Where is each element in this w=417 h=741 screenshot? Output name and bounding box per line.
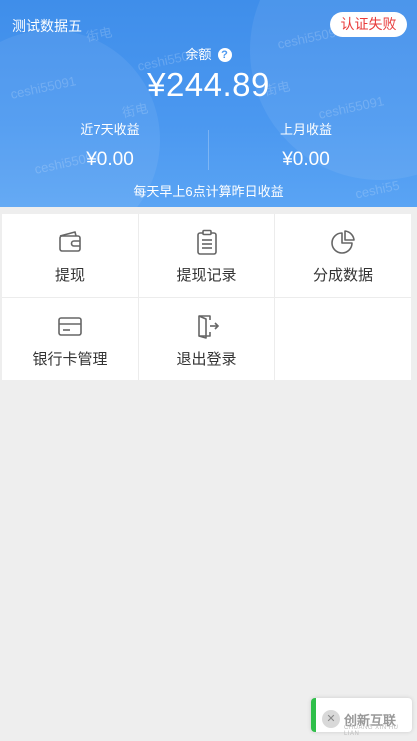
stat-divider bbox=[208, 130, 209, 170]
logout-door-icon bbox=[197, 315, 219, 339]
balance-header: ceshi55091 ceshi55091 ceshi55091 ceshi55… bbox=[0, 0, 417, 207]
clipboard-list-icon bbox=[196, 229, 217, 255]
brand-logo-icon: ✕ bbox=[322, 710, 340, 728]
menu-grid: 提现 提现记录 分成数据 银行卡管理 退出登录 bbox=[2, 214, 411, 380]
bank-card-icon bbox=[58, 317, 82, 336]
pie-chart-icon bbox=[331, 230, 355, 254]
balance-amount: ¥244.89 bbox=[147, 66, 270, 103]
menu-item-label: 提现记录 bbox=[176, 267, 237, 284]
stat-value: ¥0.00 bbox=[86, 149, 134, 170]
brand-watermark-logo: ✕ 创新互联 CHUANG XIN HU LIAN bbox=[322, 708, 412, 737]
menu-item-share-data[interactable]: 分成数据 bbox=[274, 214, 411, 297]
menu-item-label: 银行卡管理 bbox=[32, 351, 108, 368]
stat-recent-7-days: 近7天收益 ¥0.00 bbox=[40, 119, 180, 171]
menu-item-label: 分成数据 bbox=[312, 267, 373, 284]
stat-label: 近7天收益 bbox=[80, 122, 140, 137]
stat-label: 上月收益 bbox=[279, 122, 332, 137]
watermark-text: 街电 bbox=[84, 24, 114, 45]
menu-item-withdraw[interactable]: 提现 bbox=[2, 214, 138, 297]
menu-item-logout[interactable]: 退出登录 bbox=[138, 297, 274, 380]
auth-status-badge[interactable]: 认证失败 bbox=[330, 12, 407, 37]
menu-item-withdraw-records[interactable]: 提现记录 bbox=[138, 214, 274, 297]
menu-item-label: 提现 bbox=[54, 267, 85, 284]
menu-item-bank-card[interactable]: 银行卡管理 bbox=[2, 297, 138, 380]
wallet-icon bbox=[59, 231, 81, 252]
stat-last-month: 上月收益 ¥0.00 bbox=[236, 119, 376, 171]
balance-label-row: 余额? bbox=[0, 44, 417, 63]
earnings-footnote: 每天早上6点计算昨日收益 bbox=[133, 184, 284, 199]
stat-value: ¥0.00 bbox=[282, 149, 330, 170]
brand-subtitle: CHUANG XIN HU LIAN bbox=[344, 725, 399, 737]
help-icon[interactable]: ? bbox=[217, 48, 232, 62]
menu-item-empty bbox=[274, 297, 411, 380]
balance-label: 余额 bbox=[185, 47, 212, 62]
store-name: 测试数据五 bbox=[12, 18, 82, 34]
menu-item-label: 退出登录 bbox=[176, 351, 237, 368]
